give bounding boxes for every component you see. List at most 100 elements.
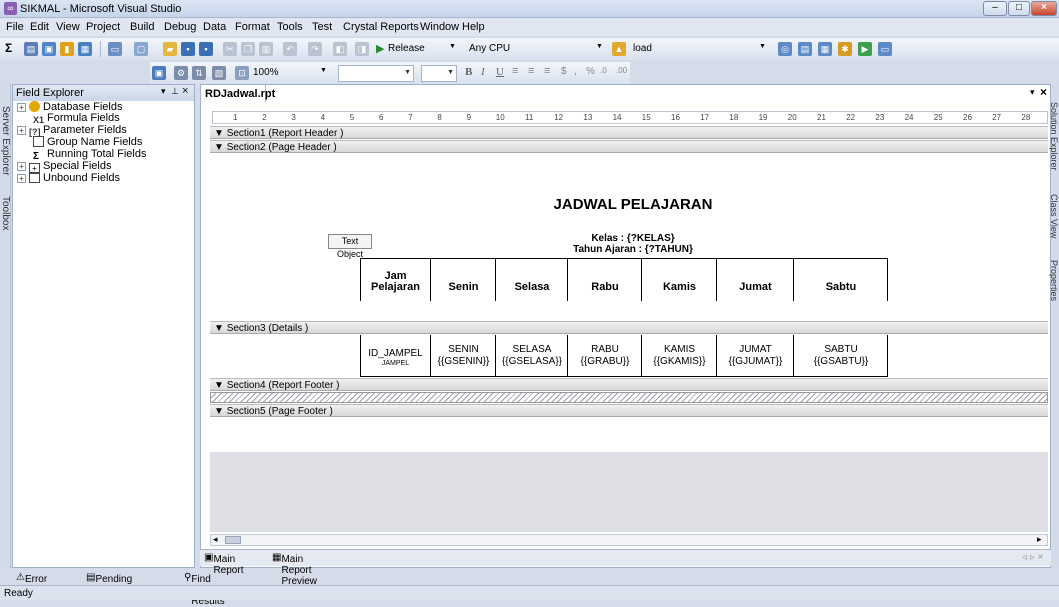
redo-icon[interactable]: ↷ bbox=[308, 42, 322, 56]
toolbox-icon[interactable]: ✱ bbox=[838, 42, 852, 56]
field-kamis-title[interactable]: KAMIS bbox=[642, 344, 717, 355]
tab-error-list[interactable]: ⚠ Error List bbox=[16, 572, 47, 596]
section-page-header[interactable]: ▼ Section2 (Page Header ) bbox=[210, 140, 1048, 153]
menu-data[interactable]: Data bbox=[203, 21, 226, 33]
horizontal-scrollbar[interactable]: ◂ ▸ bbox=[210, 534, 1048, 546]
select-expert-icon[interactable]: ⚙ bbox=[174, 66, 188, 80]
report-title[interactable]: JADWAL PELAJARAN bbox=[528, 196, 738, 213]
add-item-icon[interactable]: ▢ bbox=[134, 42, 148, 56]
field-gjumat[interactable]: {{GJUMAT}} bbox=[717, 356, 794, 367]
sort-expert-icon[interactable]: ⇅ bbox=[192, 66, 206, 80]
field-jampel[interactable]: JAMPEL bbox=[360, 360, 431, 367]
expand-icon[interactable]: + bbox=[17, 162, 26, 171]
find-dropdown-icon[interactable]: ▼ bbox=[759, 43, 766, 50]
underline-button[interactable]: U bbox=[496, 66, 504, 78]
properties-tab[interactable]: Properties bbox=[1049, 260, 1059, 301]
map-icon[interactable]: ▦ bbox=[78, 42, 92, 56]
header-cell-selasa[interactable] bbox=[496, 258, 568, 301]
scroll-right-icon[interactable]: ▸ bbox=[1037, 534, 1042, 545]
menu-debug[interactable]: Debug bbox=[164, 21, 196, 33]
italic-button[interactable]: I bbox=[481, 66, 485, 78]
field-selasa-title[interactable]: SELASA bbox=[496, 344, 568, 355]
server-explorer-tab[interactable]: Server Explorer bbox=[0, 106, 11, 175]
field-jumat-title[interactable]: JUMAT bbox=[717, 344, 794, 355]
tab-find-symbol[interactable]: ⚲ Find Symbol Results bbox=[184, 572, 225, 607]
section-report-footer[interactable]: ▼ Section4 (Report Footer ) bbox=[210, 378, 1048, 391]
config-dropdown-icon[interactable]: ▼ bbox=[449, 43, 456, 50]
config-label[interactable]: Release bbox=[388, 43, 425, 54]
other-windows-icon[interactable]: ▭ bbox=[878, 42, 892, 56]
find-icon[interactable]: ◎ bbox=[778, 42, 792, 56]
find-text[interactable]: load bbox=[633, 43, 652, 54]
header-cell-jumat[interactable] bbox=[717, 258, 794, 301]
menu-project[interactable]: Project bbox=[86, 21, 120, 33]
header-cell-sabtu[interactable] bbox=[794, 258, 888, 301]
start-debug-icon[interactable]: ▶ bbox=[376, 42, 384, 55]
paste-icon[interactable]: ▥ bbox=[259, 42, 273, 56]
zoom-icon[interactable]: ⊡ bbox=[235, 66, 249, 80]
expand-icon[interactable]: + bbox=[17, 126, 26, 135]
cut-icon[interactable]: ✂ bbox=[223, 42, 237, 56]
field-sabtu-title[interactable]: SABTU bbox=[794, 344, 888, 355]
field-id-jampel[interactable]: ID_JAMPEL bbox=[360, 348, 431, 359]
close-button[interactable]: × bbox=[1031, 1, 1057, 16]
tree-group-name-fields[interactable]: Group Name Fields bbox=[33, 136, 142, 148]
align-left-icon[interactable]: ≡ bbox=[512, 65, 518, 77]
tab-rdjadwal[interactable]: RDJadwal.rpt bbox=[200, 84, 275, 102]
align-center-icon[interactable]: ≡ bbox=[528, 65, 534, 77]
bold-button[interactable]: B bbox=[465, 66, 472, 78]
field-gselasa[interactable]: {{GSELASA}} bbox=[496, 356, 568, 367]
kelas-param[interactable]: Kelas : {?KELAS} bbox=[528, 233, 738, 244]
platform-label[interactable]: Any CPU bbox=[469, 43, 510, 54]
tab-main-report[interactable]: ▣ Main Report bbox=[204, 552, 243, 576]
field-gsabtu[interactable]: {{GSABTU}} bbox=[794, 356, 888, 367]
menu-tools[interactable]: Tools bbox=[277, 21, 303, 33]
new-project-icon[interactable]: ▭ bbox=[108, 42, 122, 56]
doc-close-icon[interactable]: × bbox=[1040, 85, 1047, 99]
menu-file[interactable]: File bbox=[6, 21, 24, 33]
platform-dropdown-icon[interactable]: ▼ bbox=[596, 43, 603, 50]
solution-explorer-icon[interactable]: ▤ bbox=[798, 42, 812, 56]
field-senin-title[interactable]: SENIN bbox=[431, 344, 496, 355]
section-page-footer[interactable]: ▼ Section5 (Page Footer ) bbox=[210, 404, 1048, 417]
solution-explorer-tab[interactable]: Solution Explorer bbox=[1049, 102, 1059, 171]
field-grabu[interactable]: {{GRABU}} bbox=[568, 356, 642, 367]
sum-icon[interactable]: Σ bbox=[5, 41, 12, 55]
toolbox-tab[interactable]: Toolbox bbox=[0, 196, 11, 230]
tree-unbound-fields[interactable]: + Unbound Fields bbox=[17, 172, 120, 184]
minimize-button[interactable]: – bbox=[983, 1, 1007, 16]
chart-icon[interactable]: ▮ bbox=[60, 42, 74, 56]
menu-view[interactable]: View bbox=[56, 21, 80, 33]
menu-help[interactable]: Help bbox=[462, 21, 485, 33]
align-right-icon[interactable]: ≡ bbox=[544, 65, 550, 77]
tab-main-report-preview[interactable]: ▦ Main Report Preview bbox=[272, 552, 317, 587]
navigate-forward-icon[interactable]: ◨ bbox=[355, 42, 369, 56]
font-combo[interactable]: ▼ bbox=[338, 65, 414, 82]
menu-crystal-reports[interactable]: Crystal Reports bbox=[343, 21, 419, 33]
decrease-decimal-icon[interactable]: .00 bbox=[616, 66, 627, 75]
increase-decimal-icon[interactable]: .0 bbox=[600, 66, 607, 75]
navigate-icon[interactable]: ◧ bbox=[333, 42, 347, 56]
field-gsenin[interactable]: {{GSENIN}} bbox=[431, 356, 496, 367]
header-cell-senin[interactable] bbox=[431, 258, 496, 301]
percent-icon[interactable]: % bbox=[586, 66, 595, 77]
section-details[interactable]: ▼ Section3 (Details ) bbox=[210, 321, 1048, 334]
menu-build[interactable]: Build bbox=[130, 21, 154, 33]
grid-icon[interactable]: ▤ bbox=[24, 42, 38, 56]
close-icon[interactable]: × bbox=[182, 85, 188, 97]
field-gkamis[interactable]: {{GKAMIS}} bbox=[642, 356, 717, 367]
save-icon[interactable]: ▪ bbox=[181, 42, 195, 56]
copy-icon[interactable]: ❐ bbox=[241, 42, 255, 56]
tab-pending-checkins[interactable]: ▤ Pending Checkins bbox=[86, 572, 137, 596]
thousands-icon[interactable]: , bbox=[574, 66, 577, 77]
scroll-thumb[interactable] bbox=[225, 536, 241, 544]
menu-format[interactable]: Format bbox=[235, 21, 270, 33]
font-size-combo[interactable]: ▼ bbox=[421, 65, 457, 82]
menu-window[interactable]: Window bbox=[420, 21, 459, 33]
section-report-header[interactable]: ▼ Section1 (Report Header ) bbox=[210, 126, 1048, 139]
pin-icon[interactable]: ⊥ bbox=[171, 86, 179, 97]
tahun-param[interactable]: Tahun Ajaran : {?TAHUN} bbox=[513, 244, 753, 255]
menu-edit[interactable]: Edit bbox=[30, 21, 49, 33]
header-cell-rabu[interactable] bbox=[568, 258, 642, 301]
properties-icon[interactable]: ▦ bbox=[818, 42, 832, 56]
